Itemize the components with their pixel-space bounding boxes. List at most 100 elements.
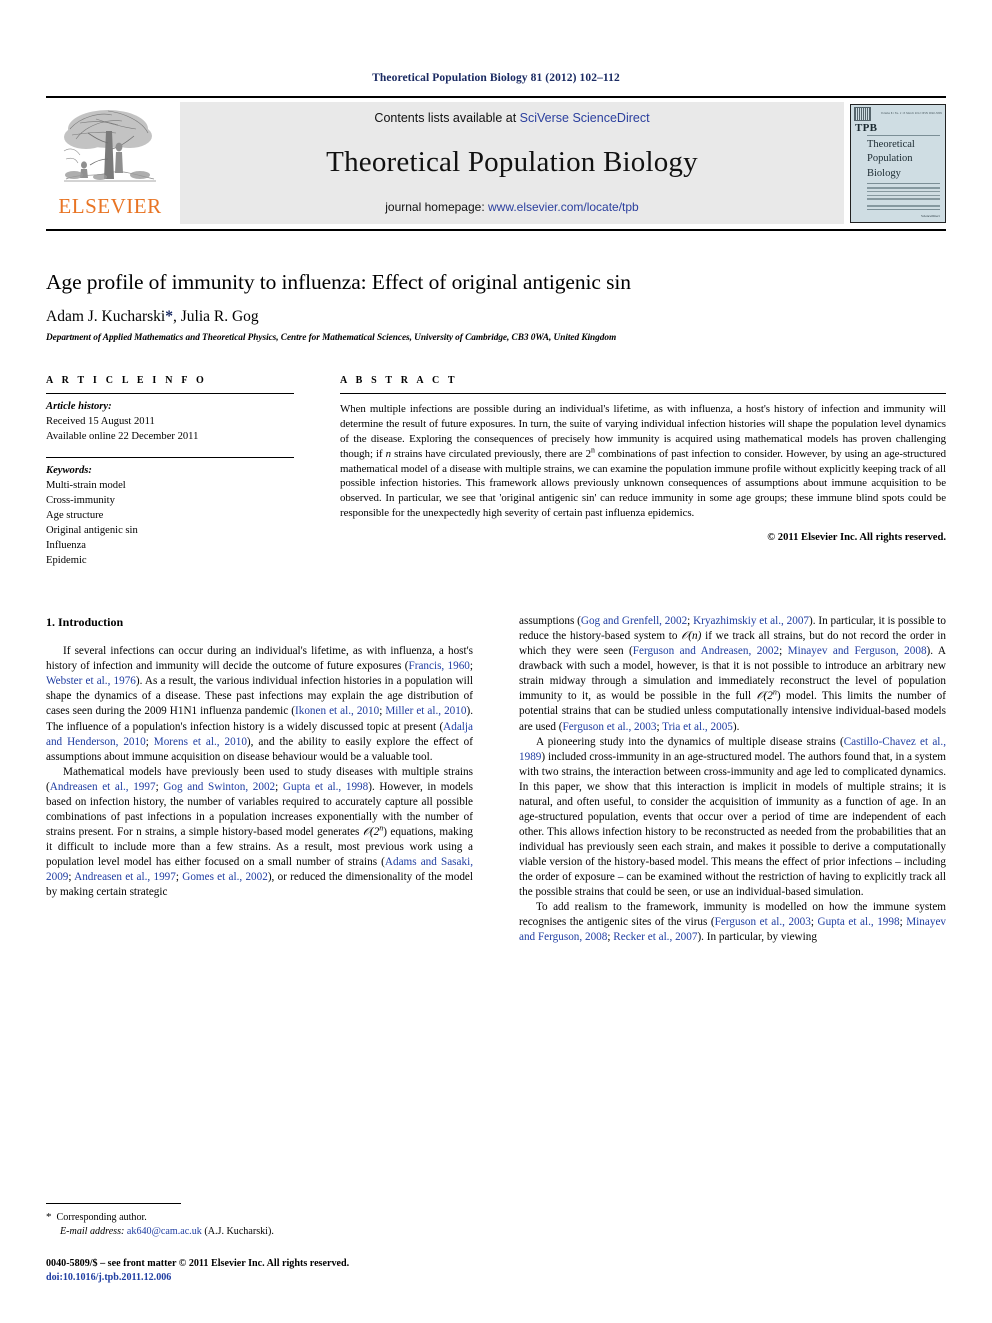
citation-link[interactable]: Recker et al., 2007 [613,931,697,943]
citation-link[interactable]: Ikonen et al., 2010 [295,705,379,717]
citation-link[interactable]: Andreasen et al., 1997 [50,781,156,793]
body-right-column: assumptions (Gog and Grenfell, 2002; Kry… [519,614,946,945]
text-run: ) included cross-immunity in an age-stru… [519,750,946,899]
journal-banner: Contents lists available at SciVerse Sci… [180,102,844,224]
citation-link[interactable]: Ferguson et al., 2003 [715,916,811,928]
body-left-column: 1. Introduction If several infections ca… [46,614,473,945]
math-order-notation: 𝒪(2 [756,690,773,703]
cover-editor-lines [867,184,940,211]
footnote-star: * [46,1210,52,1223]
keyword-item: Cross-immunity [46,494,115,506]
text-run: ; [779,645,788,658]
text-run: ; [810,916,818,929]
abstract-column: A B S T R A C T When multiple infections… [340,375,946,568]
text-run: ; [469,660,473,673]
cover-publisher-label: ScienceDirect [920,214,940,218]
corresponding-author-marker: * [165,307,173,325]
page-footer: * Corresponding author. E-mail address: … [46,1202,492,1286]
keyword-item: Multi-strain model [46,479,126,491]
citation-link[interactable]: Gupta et al., 1998 [818,916,900,928]
keyword-item: Influenza [46,540,86,552]
journal-homepage-link[interactable]: www.elsevier.com/locate/tpb [488,200,639,214]
journal-masthead: ELSEVIER Contents lists available at Sci… [46,96,946,231]
paragraph: A pioneering study into the dynamics of … [519,735,946,901]
citation-link[interactable]: Gomes et al., 2002 [182,871,268,883]
corresponding-author-text: Corresponding author. [56,1211,147,1223]
keyword-item: Epidemic [46,555,87,567]
footnote-rule [46,1202,181,1204]
keywords-label: Keywords: [46,464,92,476]
text-run: ). In particular, by viewing [697,931,817,944]
corresponding-author-note: * Corresponding author. [46,1210,492,1226]
citation-link[interactable]: Gog and Swinton, 2002 [163,781,275,793]
paragraph: If several infections can occur during a… [46,644,473,765]
elsevier-tree-icon [56,103,164,195]
article-history-label: Article history: [46,400,112,412]
article-available-online: Available online 22 December 2011 [46,430,199,442]
cover-barcode-icon [854,106,871,121]
text-run: ; [145,735,154,748]
text-run: A pioneering study into the dynamics of … [536,735,844,748]
citation-link[interactable]: Andreasen et al., 1997 [74,871,176,883]
keyword-item: Age structure [46,509,104,521]
text-run: ; [275,780,283,793]
text-run: assumptions ( [519,615,581,628]
citation-link[interactable]: Tria et al., 2005 [662,721,733,733]
sciencedirect-link[interactable]: SciVerse ScienceDirect [520,111,650,125]
journal-cover-thumbnail: Volume 81 No. 2 15 March 2012 ISSN 0040-… [850,104,946,223]
imprint-block: 0040-5809/$ – see front matter © 2011 El… [46,1257,492,1286]
citation-link[interactable]: Gupta et al., 1998 [283,781,368,793]
affiliation: Department of Applied Mathematics and Th… [46,332,617,343]
homepage-prefix: journal homepage: [385,200,488,214]
email-label: E-mail address: [60,1226,125,1238]
citation-link[interactable]: Webster et al., 1976 [46,675,136,687]
paragraph: To add realism to the framework, immunit… [519,900,946,945]
author-first: Adam J. Kucharski [46,307,166,325]
abstract-part-2: strains have circulated previously, ther… [391,447,591,460]
cover-title-line1: Theoretical [867,139,915,150]
citation-link[interactable]: Kryazhimskiy et al., 2007 [693,615,809,627]
title-block: Age profile of immunity to influenza: Ef… [46,231,946,343]
keywords-group: Keywords: Multi-strain model Cross-immun… [46,458,294,568]
issn-front-matter: 0040-5809/$ – see front matter © 2011 El… [46,1257,350,1269]
email-link[interactable]: ak640@cam.ac.uk [127,1226,202,1237]
elsevier-logo: ELSEVIER [46,98,174,229]
text-run: ). [732,720,740,733]
citation-link[interactable]: Morens et al., 2010 [154,736,247,748]
math-order-notation: 𝒪(2 [362,825,380,838]
running-head: Theoretical Population Biology 81 (2012)… [372,72,620,84]
abstract-text: When multiple infections are possible du… [340,394,946,522]
page-title: Age profile of immunity to influenza: Ef… [46,270,631,294]
citation-link[interactable]: Ferguson and Andreasen, 2002 [633,645,779,657]
paragraph: Mathematical models have previously been… [46,765,473,901]
journal-homepage-line: journal homepage: www.elsevier.com/locat… [385,200,638,214]
citation-link[interactable]: Miller et al., 2010 [385,705,466,717]
paragraph: assumptions (Gog and Grenfell, 2002; Kry… [519,614,946,735]
math-order-n: 𝒪(n) [681,630,702,643]
citation-link[interactable]: Ferguson et al., 2003 [562,721,656,733]
cover-footer-divider [867,209,940,210]
journal-article-page: Theoretical Population Biology 81 (2012)… [0,0,992,1323]
article-received: Received 15 August 2011 [46,415,155,427]
contents-available-line: Contents lists available at SciVerse Sci… [374,111,649,125]
article-info-column: A R T I C L E I N F O Article history: R… [46,375,294,568]
cover-title-line3: Biology [867,167,901,179]
article-info-heading: A R T I C L E I N F O [46,374,207,386]
cover-topbar: Volume 81 No. 2 15 March 2012 ISSN 0040-… [851,105,945,122]
author-rest: , Julia R. Gog [173,307,259,325]
contents-prefix: Contents lists available at [374,111,520,125]
cover-inner-panel: Theoretical Population Biology [867,135,940,211]
keyword-item: Original antigenic sin [46,525,138,537]
info-abstract-region: A R T I C L E I N F O Article history: R… [46,375,946,568]
cover-title-line2: Population [867,153,913,165]
citation-link[interactable]: Gog and Grenfell, 2002 [581,615,687,627]
body-columns: 1. Introduction If several infections ca… [46,614,946,945]
abstract-copyright: © 2011 Elsevier Inc. All rights reserved… [767,532,946,544]
email-note: E-mail address: ak640@cam.ac.uk (A.J. Ku… [46,1225,492,1239]
doi-link[interactable]: doi:10.1016/j.tpb.2011.12.006 [46,1271,492,1286]
citation-link[interactable]: Francis, 1960 [409,660,470,672]
elsevier-wordmark: ELSEVIER [58,194,162,218]
citation-link[interactable]: Minayev and Ferguson, 2008 [788,645,927,657]
journal-title: Theoretical Population Biology [326,146,698,178]
author-list: Adam J. Kucharski*, Julia R. Gog [46,308,946,326]
